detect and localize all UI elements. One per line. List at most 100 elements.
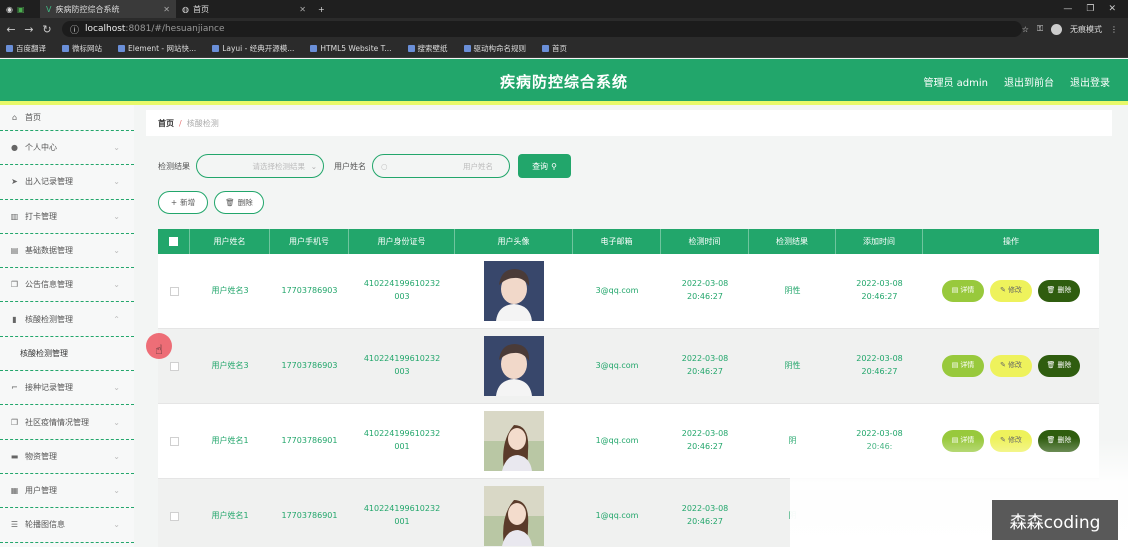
search-button[interactable]: 查询 ⚲ bbox=[518, 154, 571, 178]
reload-icon[interactable]: ↻ bbox=[40, 23, 54, 36]
delete-button[interactable]: 🗑删除 bbox=[1038, 280, 1080, 302]
trash-icon: 🗑 bbox=[1046, 361, 1056, 370]
bookmark[interactable]: Element - 网站快... bbox=[118, 43, 196, 54]
header-avatar: 用户头像 bbox=[455, 229, 573, 254]
sidebar-item-supplies[interactable]: ▬ 物资管理 ⌄ bbox=[0, 440, 134, 474]
sidebar-item-notice[interactable]: ❐ 公告信息管理 ⌄ bbox=[0, 268, 134, 303]
header-added: 添加时间 bbox=[836, 229, 923, 254]
browser-navbar: ← → ↻ ⓘ localhost:8081/#/hesuanjiance ☆ … bbox=[0, 18, 1128, 40]
bookmark-icon bbox=[62, 45, 69, 52]
back-icon[interactable]: ← bbox=[4, 23, 18, 36]
info-icon[interactable]: ⓘ bbox=[70, 23, 79, 36]
header-links: 管理员 admin 退出到前台 退出登录 bbox=[923, 74, 1110, 89]
sidebar-item-access[interactable]: ➤ 出入记录管理 ⌄ bbox=[0, 165, 134, 200]
action-row: + 新增 🗑 删除 bbox=[158, 191, 264, 214]
minimize-icon[interactable]: — bbox=[1063, 4, 1072, 14]
sidebar-item-community[interactable]: ❐ 社区疫情情况管理 ⌄ bbox=[0, 405, 134, 440]
cell-email: 3@qq.com bbox=[595, 360, 639, 370]
name-input[interactable]: ○ 用户姓名 bbox=[372, 154, 510, 178]
cell-id: 410224199610232003 bbox=[363, 279, 441, 301]
cell-name: 用户姓名1 bbox=[211, 510, 249, 520]
delete-button[interactable]: 🗑删除 bbox=[1038, 355, 1080, 377]
sidebar-item-checkin[interactable]: ▥ 打卡管理 ⌄ bbox=[0, 200, 134, 234]
logout-link[interactable]: 退出登录 bbox=[1070, 74, 1110, 89]
sidebar-item-basedata[interactable]: ▤ 基础数据管理 ⌄ bbox=[0, 234, 134, 269]
bookmark[interactable]: Layui - 经典开源模... bbox=[212, 43, 294, 54]
result-select[interactable]: 请选择检测结果 ⌄ bbox=[196, 154, 324, 178]
detail-button[interactable]: ▤详情 bbox=[942, 280, 984, 302]
edit-button[interactable]: ✎修改 bbox=[990, 355, 1032, 377]
avatar-male bbox=[484, 261, 544, 321]
back-to-front-link[interactable]: 退出到前台 bbox=[1004, 74, 1054, 89]
bookmark[interactable]: HTML5 Website T... bbox=[310, 44, 392, 53]
restore-icon[interactable]: ❐ bbox=[1086, 4, 1094, 14]
chevron-down-icon: ⌄ bbox=[310, 161, 317, 171]
cell-added: 2022-03-08 20:46:27 bbox=[856, 279, 903, 301]
breadcrumb-current: 核酸检测 bbox=[186, 118, 219, 128]
plus-icon: + bbox=[170, 198, 178, 207]
star-icon[interactable]: ☆ bbox=[1022, 25, 1029, 34]
hand-cursor-icon: ☝ bbox=[155, 343, 163, 358]
sidebar-item-carousel[interactable]: ☰ 轮播图信息 ⌄ bbox=[0, 508, 134, 543]
more-icon[interactable]: ⋮ bbox=[1110, 25, 1118, 34]
toolbar-right: ☆ ⚿ 无痕模式 ⋮ bbox=[1022, 23, 1128, 35]
chrome-menu-icon[interactable]: ◉ bbox=[6, 5, 13, 14]
cell-phone: 17703786901 bbox=[281, 510, 338, 520]
row-checkbox[interactable] bbox=[169, 286, 179, 296]
breadcrumb-home[interactable]: 首页 bbox=[158, 118, 174, 129]
tab-inactive[interactable]: ◍ 首页 ✕ bbox=[176, 0, 312, 18]
key-icon[interactable]: ⚿ bbox=[1037, 24, 1043, 34]
forward-icon[interactable]: → bbox=[22, 23, 36, 36]
sidebar-item-personal[interactable]: ● 个人中心 ⌄ bbox=[0, 131, 134, 166]
crop-icon: ⌐ bbox=[11, 383, 18, 393]
bookmark-icon bbox=[407, 45, 415, 52]
bookmark[interactable]: 微标网站 bbox=[62, 43, 102, 54]
admin-label: 管理员 admin bbox=[923, 78, 988, 89]
tab-title: 首页 bbox=[192, 4, 209, 14]
url-host: localhost bbox=[85, 24, 126, 34]
chart-icon: ▮ bbox=[12, 314, 17, 324]
cell-name: 用户姓名1 bbox=[211, 435, 249, 445]
chevron-down-icon: ⌄ bbox=[113, 383, 120, 393]
row-checkbox-cell bbox=[158, 404, 190, 478]
name-filter-label: 用户姓名 bbox=[334, 161, 366, 171]
header-id: 用户身份证号 bbox=[349, 229, 455, 254]
close-tab-icon[interactable]: ✕ bbox=[163, 5, 170, 14]
sidebar-item-users[interactable]: ▦ 用户管理 ⌄ bbox=[0, 474, 134, 509]
chevron-down-icon: ⌄ bbox=[113, 177, 120, 187]
profile-label[interactable]: 无痕模式 bbox=[1070, 24, 1102, 35]
cell-phone: 17703786903 bbox=[281, 360, 338, 370]
table-row: 用户姓名3 17703786903 410224199610232003 3@q… bbox=[158, 329, 1099, 404]
app-header: 疾病防控综合系统 管理员 admin 退出到前台 退出登录 bbox=[0, 59, 1128, 101]
select-all-checkbox[interactable] bbox=[169, 237, 178, 246]
bookmark[interactable]: 首页 bbox=[542, 43, 567, 54]
address-bar[interactable]: ⓘ localhost:8081/#/hesuanjiance bbox=[62, 21, 1022, 37]
row-checkbox[interactable] bbox=[169, 436, 179, 446]
calendar-icon: ▦ bbox=[10, 486, 19, 496]
edit-button[interactable]: ✎修改 bbox=[990, 280, 1032, 302]
close-tab-icon[interactable]: ✕ bbox=[299, 5, 306, 14]
avatar-female bbox=[484, 411, 544, 471]
close-window-icon[interactable]: ✕ bbox=[1108, 4, 1116, 14]
bookmark[interactable]: 百度翻译 bbox=[6, 43, 46, 54]
sidebar-item-home[interactable]: ⌂ 首页 bbox=[0, 105, 134, 131]
sidebar-item-nucleic[interactable]: ▮ 核酸检测管理 ⌃ bbox=[0, 302, 134, 337]
sidebar-item-vaccine[interactable]: ⌐ 接种记录管理 ⌄ bbox=[0, 371, 134, 406]
sidebar-subitem-nucleic[interactable]: 核酸检测管理 bbox=[0, 337, 134, 372]
trash-icon: 🗑 bbox=[225, 198, 235, 207]
bookmark[interactable]: 搜索壁纸 bbox=[407, 43, 448, 54]
row-checkbox[interactable] bbox=[169, 361, 179, 371]
cell-test-time: 2022-03-08 20:46:27 bbox=[681, 429, 729, 451]
app-tab-icon[interactable]: ▣ bbox=[17, 5, 25, 14]
add-button[interactable]: + 新增 bbox=[158, 191, 208, 214]
row-checkbox[interactable] bbox=[169, 511, 179, 521]
tab-active[interactable]: V 疾病防控综合系统 ✕ bbox=[40, 0, 176, 18]
bulk-delete-button[interactable]: 🗑 删除 bbox=[214, 191, 264, 214]
bookmark[interactable]: 驱动构命名规则 bbox=[463, 43, 526, 54]
detail-button[interactable]: ▤详情 bbox=[942, 355, 984, 377]
new-tab-button[interactable]: + bbox=[312, 0, 331, 18]
chevron-down-icon: ⌄ bbox=[113, 417, 120, 427]
incognito-icon[interactable] bbox=[1051, 23, 1063, 35]
breadcrumb-separator: / bbox=[179, 118, 182, 128]
chevron-down-icon: ⌄ bbox=[113, 486, 120, 496]
